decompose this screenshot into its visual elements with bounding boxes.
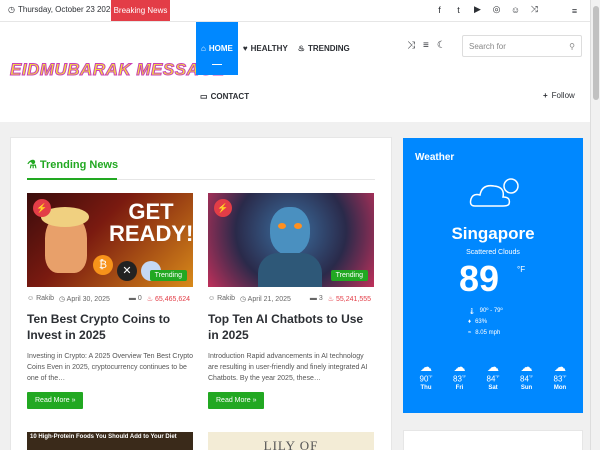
trending-icon: ⚗ [27,159,37,171]
post-comments[interactable]: ▬ 3 [310,295,323,303]
date-display: ◷ Thursday, October 23 2025 [8,5,115,14]
robot-eye [278,223,286,229]
breaking-news-label[interactable]: Breaking News [111,0,170,21]
bitcoin-icon: ₿ [93,255,113,275]
fire-icon: ♨ [297,44,305,53]
read-more-button[interactable]: Read More » [27,392,84,409]
post-card: ⚡ Trending ☺ Rakib ◷ April 21, 2025 ▬ 3 … [208,193,374,409]
xrp-icon: ✕ [117,261,137,281]
thumbnail-headline: GET READY! [109,199,193,246]
thumbnail-caption: LILY OF [263,438,319,450]
nav-contact[interactable]: ▭ CONTACT [200,92,249,101]
weather-title: Weather [415,152,455,163]
forecast-day: ☁ 84°F Sun [514,360,540,391]
twitter-icon[interactable]: t [453,4,464,15]
nav-home[interactable]: ⌂ HOME [196,22,238,75]
post-excerpt: Introduction Rapid advancements in AI te… [208,353,368,382]
chat-icon: ▭ [200,92,208,101]
weather-condition: Scattered Clouds [466,249,520,256]
top-bar: ◷ Thursday, October 23 2025 Breaking New… [0,0,600,22]
post-views: ♨ 55,241,555 [327,296,372,303]
post-thumbnail[interactable]: 10 High-Protein Foods You Should Add to … [27,432,193,450]
flash-icon: ⚡ [33,199,51,217]
weather-wind: ≈8.05 mph [468,330,501,336]
main-nav: ⌂ HOME ♥ HEALTHY ♨ TRENDING [196,22,355,75]
nav-trending[interactable]: ♨ TRENDING [293,22,355,75]
weather-range: 🌡︎ 90º - 79º [468,308,503,315]
clock-icon: ◷ [8,5,15,14]
plus-icon: + [543,91,548,100]
post-card: GET READY! ₿ ✕ ⚡ Trending ☺ Rakib ◷ Apri… [27,193,193,409]
weather-city: Singapore [451,224,535,243]
read-more-button[interactable]: Read More » [208,392,265,409]
post-title[interactable]: Top Ten AI Chatbots to Use in 2025 [208,311,374,343]
post-meta: ☺ Rakib ◷ April 30, 2025 ▬ 0 ♨ 65,465,62… [27,295,193,303]
list-icon[interactable]: ≡ [423,40,429,51]
section-title: ⚗ Trending News [27,158,119,172]
forecast-day: ☁ 83°F Fri [447,360,473,391]
sidebar-widget [403,430,583,450]
robot-eye [294,223,302,229]
weather-widget: Weather Singapore Scattered Clouds 89 °F… [403,138,583,413]
cloud-icon: ☁ [520,360,533,374]
post-meta: ☺ Rakib ◷ April 21, 2025 ▬ 3 ♨ 55,241,55… [208,295,374,303]
forecast-day: ☁ 84°F Sat [480,360,506,391]
humidity-icon: ♦ [468,319,472,325]
post-comments[interactable]: ▬ 0 [129,295,142,303]
dark-mode-icon[interactable]: ☾ [437,40,446,51]
post-date: ◷ April 30, 2025 [59,296,110,303]
nav-healthy[interactable]: ♥ HEALTHY [238,22,293,75]
search-box[interactable]: Search for ⚲ [462,35,582,57]
robot-body [258,253,322,287]
post-excerpt: Investing in Crypto: A 2025 Overview Ten… [27,353,194,382]
cloud-icon: ☁ [554,360,566,374]
instagram-icon[interactable]: ◎ [491,4,502,15]
user-icon[interactable]: ☺ [510,4,521,15]
cloud-icon: ☁ [453,360,466,374]
trending-tag[interactable]: Trending [149,270,187,281]
post-thumbnail[interactable]: GET READY! ₿ ✕ ⚡ Trending [27,193,193,287]
section-divider [27,178,375,180]
cloud-sun-icon [469,178,519,207]
cloud-icon: ☁ [487,360,499,374]
post-date: ◷ April 21, 2025 [240,296,291,303]
post-thumbnail[interactable]: LILY OF [208,432,374,450]
post-author[interactable]: ☺ Rakib [208,295,235,303]
weather-forecast: ☁ 90°F Thu ☁ 83°F Fri ☁ 84°F Sat ☁ 84°F … [413,360,573,391]
search-icon[interactable]: ⚲ [569,42,575,51]
site-logo[interactable]: EIDMUBARAK MESSAGE [10,60,225,80]
youtube-icon[interactable]: ▶ [472,4,483,15]
home-icon: ⌂ [201,44,206,53]
thumbnail-caption: 10 High-Protein Foods You Should Add to … [30,434,177,440]
scrollbar-thumb[interactable] [593,6,599,100]
random-icon[interactable]: ⤨ [407,40,415,51]
follow-button[interactable]: + Follow [543,91,575,100]
weather-temperature: 89 [459,258,500,299]
thermometer-icon: 🌡︎ [468,309,476,315]
cloud-icon: ☁ [420,360,432,374]
social-icons: f t ▶ ◎ ☺ ⤨ [434,4,540,15]
heart-icon: ♥ [242,44,248,53]
page-scrollbar[interactable] [590,0,600,450]
post-views: ♨ 65,465,624 [146,296,191,303]
forecast-day: ☁ 90°F Thu [413,360,439,391]
header-tools: ⤨ ≡ ☾ [407,40,446,51]
trending-tag[interactable]: Trending [330,270,368,281]
weather-humidity: ♦ 63% [468,319,488,325]
menu-icon[interactable]: ≡ [569,5,580,16]
post-title[interactable]: Ten Best Crypto Coins to Invest in 2025 [27,311,193,343]
trending-section: ⚗ Trending News GET READY! ₿ ✕ ⚡ Trendin… [10,137,392,450]
post-thumbnail[interactable]: ⚡ Trending [208,193,374,287]
site-header: EIDMUBARAK MESSAGE ⌂ HOME ♥ HEALTHY ♨ TR… [0,22,590,122]
wind-icon: ≈ [468,330,472,336]
weather-unit: °F [517,265,526,274]
flash-icon: ⚡ [214,199,232,217]
shuffle-icon[interactable]: ⤨ [529,4,540,15]
robot-head [270,207,310,255]
search-input[interactable]: Search for [469,42,506,51]
post-author[interactable]: ☺ Rakib [27,295,54,303]
forecast-day: ☁ 83°F Mon [547,360,573,391]
facebook-icon[interactable]: f [434,4,445,15]
